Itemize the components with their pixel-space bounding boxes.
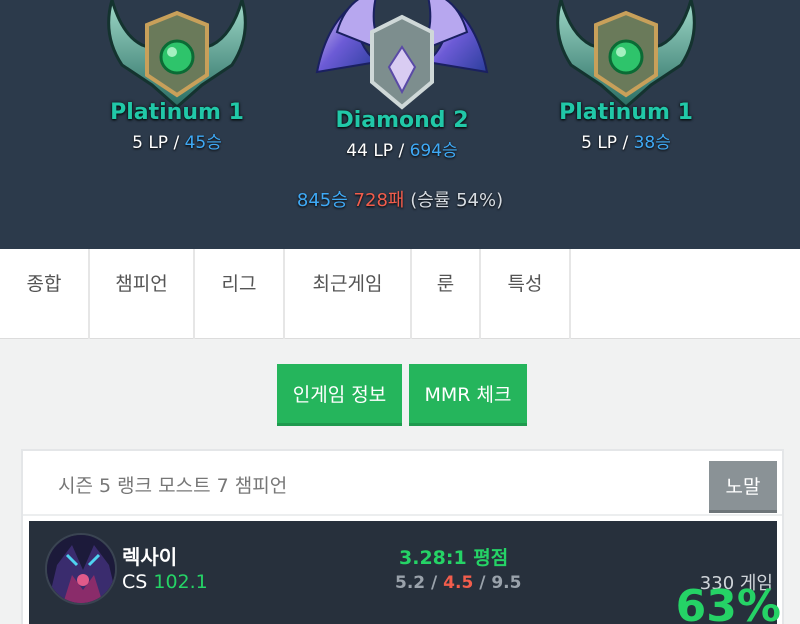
rank-lp-text: 5 LP / 45승 xyxy=(77,128,277,153)
lp-value: 5 LP / xyxy=(581,133,634,153)
tab-masteries[interactable]: 특성 xyxy=(481,249,571,339)
tab-overview[interactable]: 종합 xyxy=(0,249,90,339)
most-champions-card: 시즌 5 랭크 모스트 7 챔피언 노말 렉사이 CS 102.1 3.28:1… xyxy=(21,449,784,624)
total-wins: 845승 xyxy=(296,190,348,211)
cs-value: 102.1 xyxy=(153,571,208,593)
champion-winrate: 63% xyxy=(675,581,781,624)
rank-solo-left: Platinum 1 5 LP / 45승 xyxy=(77,0,277,160)
mmr-check-button[interactable]: MMR 체크 xyxy=(409,364,527,426)
tab-league[interactable]: 리그 xyxy=(195,249,285,339)
rank-tier-name: Diamond 2 xyxy=(335,108,469,133)
cs-label: CS xyxy=(122,571,148,593)
kda-detail: 5.2 / 4.5 / 9.5 xyxy=(395,573,522,593)
win-rate-text: (승률 54%) xyxy=(410,190,504,211)
assists: 9.5 xyxy=(491,573,522,593)
platinum-emblem-icon xyxy=(107,0,247,109)
tab-runes[interactable]: 룬 xyxy=(412,249,481,339)
wins-count: 45승 xyxy=(184,133,222,153)
wins-count: 38승 xyxy=(633,133,671,153)
champion-avatar xyxy=(45,533,117,605)
champion-row[interactable]: 렉사이 CS 102.1 3.28:1 평점 5.2 / 4.5 / 9.5 3… xyxy=(29,521,781,624)
rank-lp-text: 44 LP / 694승 xyxy=(302,136,502,161)
profile-tabs: 종합 챔피언 리그 최근게임 룬 특성 xyxy=(0,249,800,339)
wins-count: 694승 xyxy=(409,141,458,161)
rank-flex-right: Platinum 1 5 LP / 38승 xyxy=(526,0,726,160)
lp-value: 44 LP / xyxy=(346,141,410,161)
tab-recent-games[interactable]: 최근게임 xyxy=(285,249,412,339)
card-title: 시즌 5 랭크 모스트 7 챔피언 xyxy=(58,475,288,497)
kda-ratio: 3.28:1 평점 xyxy=(399,547,509,569)
platinum-emblem-icon xyxy=(556,0,696,109)
rank-header: Platinum 1 5 LP / 45승 Diamond 2 44 LP / … xyxy=(0,0,800,249)
lp-value: 5 LP / xyxy=(132,133,185,153)
total-losses: 728패 xyxy=(353,190,405,211)
champion-cs: CS 102.1 xyxy=(122,571,208,593)
rank-tier-name: Platinum 1 xyxy=(110,100,244,125)
kills: 5.2 xyxy=(395,573,426,593)
tab-champions[interactable]: 챔피언 xyxy=(90,249,195,339)
normal-filter-button[interactable]: 노말 xyxy=(709,461,777,513)
ingame-info-button[interactable]: 인게임 정보 xyxy=(277,364,402,426)
rank-lp-text: 5 LP / 38승 xyxy=(526,128,726,153)
deaths: 4.5 xyxy=(443,573,474,593)
rank-solo-center: Diamond 2 44 LP / 694승 xyxy=(302,0,502,170)
reksai-portrait-icon xyxy=(47,535,115,603)
rank-tier-name: Platinum 1 xyxy=(559,100,693,125)
champion-name: 렉사이 xyxy=(122,545,178,569)
divider xyxy=(23,514,782,516)
diamond-emblem-icon xyxy=(315,0,489,110)
season-summary: 845승 728패 (승률 54%) xyxy=(0,186,800,212)
